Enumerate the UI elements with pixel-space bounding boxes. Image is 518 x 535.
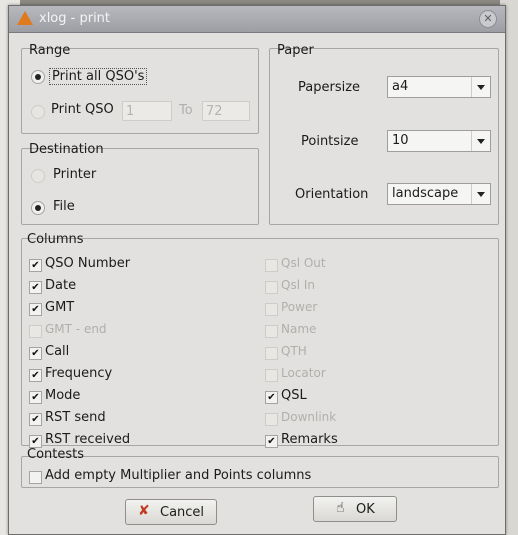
pointsize-select[interactable]: 10 [387, 130, 491, 152]
columns-legend: Columns [27, 232, 84, 247]
print-all-radio[interactable] [31, 70, 45, 84]
qso-from-field[interactable]: 1 [122, 101, 172, 121]
column-checkbox[interactable]: ✔ [29, 281, 42, 294]
column-label[interactable]: Downlink [281, 410, 336, 424]
column-checkbox[interactable]: ✔ [29, 303, 42, 316]
file-label[interactable]: File [53, 199, 75, 214]
orientation-label: Orientation [295, 187, 369, 202]
paper-legend: Paper [277, 43, 314, 58]
contests-legend: Contests [27, 447, 85, 462]
pointsize-label: Pointsize [301, 134, 359, 149]
printer-radio[interactable] [31, 169, 45, 183]
column-checkbox[interactable]: ✔ [29, 391, 42, 404]
papersize-select[interactable]: a4 [387, 76, 491, 98]
qso-to-field[interactable]: 72 [202, 101, 250, 121]
column-checkbox[interactable] [265, 347, 278, 360]
ok-button[interactable]: ☝ OK [313, 496, 397, 522]
column-label[interactable]: Qsl Out [281, 256, 326, 270]
chevron-down-icon[interactable] [471, 131, 490, 151]
column-checkbox[interactable]: ✔ [265, 435, 278, 448]
orientation-select[interactable]: landscape [387, 183, 491, 205]
chevron-down-icon[interactable] [471, 77, 490, 97]
papersize-label: Papersize [298, 80, 361, 95]
column-label[interactable]: GMT [45, 300, 74, 315]
column-label[interactable]: Power [281, 300, 317, 314]
column-checkbox[interactable] [265, 281, 278, 294]
window-title: xlog - print [39, 11, 111, 26]
range-frame [21, 48, 259, 134]
print-dialog: xlog - print ✕ Range Print all QSO's Pri… [8, 5, 506, 535]
column-label[interactable]: Qsl In [281, 278, 315, 292]
column-checkbox[interactable] [265, 303, 278, 316]
ok-hand-icon: ☝ [336, 500, 345, 516]
column-checkbox[interactable] [265, 259, 278, 272]
app-warning-icon [17, 11, 33, 25]
column-label[interactable]: QSO Number [45, 256, 130, 271]
pointsize-value: 10 [392, 133, 409, 148]
column-label[interactable]: QSL [281, 388, 307, 403]
papersize-value: a4 [392, 79, 409, 94]
column-label[interactable]: Call [45, 344, 69, 359]
column-label[interactable]: Mode [45, 388, 80, 403]
column-checkbox[interactable]: ✔ [29, 347, 42, 360]
column-checkbox[interactable]: ✔ [29, 413, 42, 426]
column-checkbox[interactable] [265, 325, 278, 338]
cancel-x-icon: ✘ [138, 503, 150, 519]
cancel-button[interactable]: ✘ Cancel [125, 499, 217, 525]
printer-label[interactable]: Printer [53, 167, 96, 182]
qso-to-label: To [179, 103, 193, 118]
column-label[interactable]: GMT - end [45, 322, 107, 336]
contests-checkbox[interactable] [29, 471, 42, 484]
file-radio[interactable] [31, 201, 45, 215]
range-legend: Range [29, 43, 71, 58]
column-label[interactable]: Locator [281, 366, 326, 380]
column-checkbox[interactable] [265, 413, 278, 426]
column-label[interactable]: Remarks [281, 432, 338, 447]
column-label[interactable]: Date [45, 278, 76, 293]
column-label[interactable]: QTH [281, 344, 307, 358]
print-qso-radio[interactable] [31, 105, 45, 119]
chevron-down-icon[interactable] [471, 184, 490, 204]
column-checkbox[interactable] [29, 325, 42, 338]
column-checkbox[interactable]: ✔ [29, 259, 42, 272]
column-checkbox[interactable] [265, 369, 278, 382]
cancel-label: Cancel [160, 505, 205, 520]
orientation-value: landscape [392, 186, 459, 201]
title-bar[interactable]: xlog - print ✕ [9, 6, 505, 33]
column-checkbox[interactable]: ✔ [265, 391, 278, 404]
print-all-label[interactable]: Print all QSO's [49, 68, 148, 85]
column-label[interactable]: RST send [45, 410, 106, 425]
column-checkbox[interactable]: ✔ [29, 369, 42, 382]
close-icon[interactable]: ✕ [479, 10, 497, 28]
column-label[interactable]: RST received [45, 432, 130, 447]
column-label[interactable]: Name [281, 322, 316, 336]
destination-legend: Destination [29, 142, 104, 157]
contests-option-label[interactable]: Add empty Multiplier and Points columns [45, 468, 311, 483]
ok-label: OK [356, 502, 375, 517]
print-qso-label[interactable]: Print QSO [51, 102, 114, 117]
column-label[interactable]: Frequency [45, 366, 112, 381]
